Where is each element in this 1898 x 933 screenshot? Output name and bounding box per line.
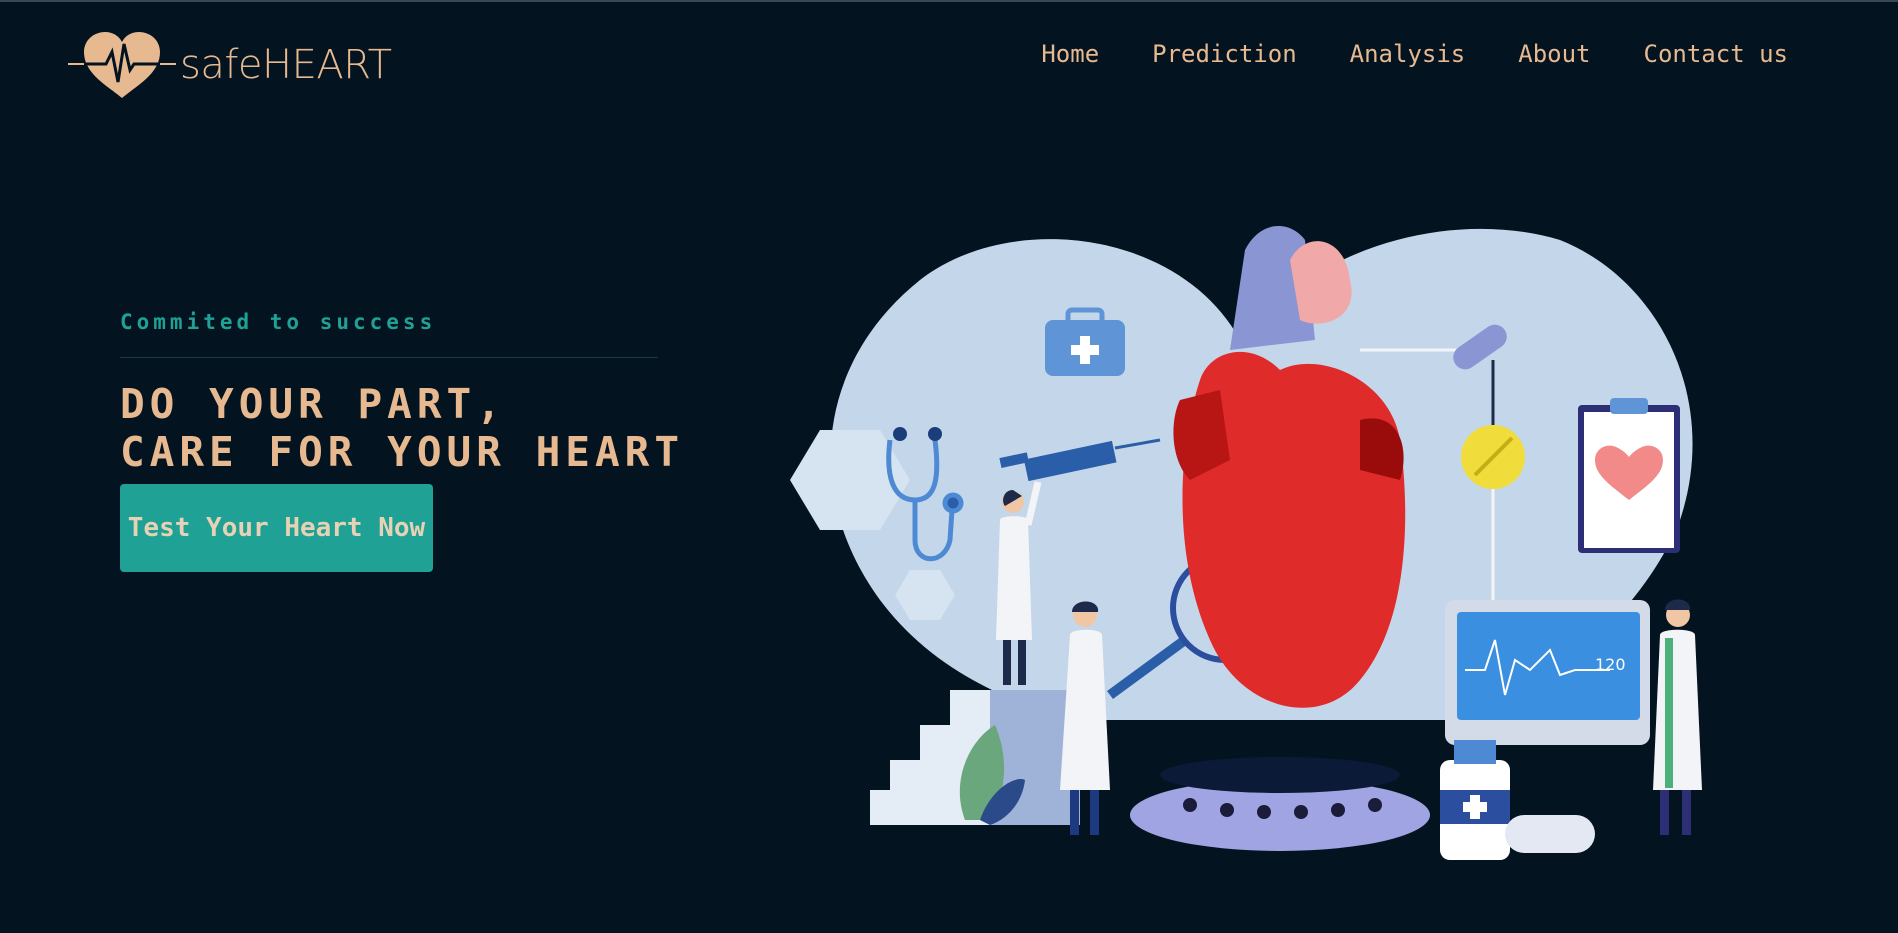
nav-analysis[interactable]: Analysis xyxy=(1350,40,1466,68)
nav-about[interactable]: About xyxy=(1518,40,1590,68)
test-heart-button[interactable]: Test Your Heart Now xyxy=(120,484,433,572)
medicine-bottle-icon xyxy=(1440,740,1510,860)
heart-pedestal-shape xyxy=(1130,757,1430,851)
capsule-shape xyxy=(1505,815,1595,853)
headline-line-2: CARE FOR YOUR HEART xyxy=(120,428,684,476)
stethoscope-earpiece-icon xyxy=(893,427,907,441)
hero-headline: DO YOUR PART, CARE FOR YOUR HEART xyxy=(120,380,684,476)
headline-line-1: DO YOUR PART, xyxy=(120,380,506,428)
brand-logo[interactable]: safeHEART xyxy=(68,30,392,100)
monitor-readout: 120 xyxy=(1595,655,1626,674)
hero-divider xyxy=(120,357,658,358)
doctor-figure xyxy=(1653,599,1702,835)
clipboard-icon xyxy=(1578,398,1680,553)
stethoscope-earpiece-icon xyxy=(928,427,942,441)
window-top-border xyxy=(0,0,1898,2)
heart-pulse-icon xyxy=(68,32,176,98)
nav-home[interactable]: Home xyxy=(1041,40,1099,68)
brand-name: safeHEART xyxy=(180,42,392,88)
hero-tagline: Commited to success xyxy=(120,310,437,334)
heart-care-illustration: 120 xyxy=(790,226,1702,860)
heart-monitor-icon: 120 xyxy=(1445,600,1650,745)
main-nav: Home Prediction Analysis About Contact u… xyxy=(988,40,1788,68)
nav-prediction[interactable]: Prediction xyxy=(1152,40,1297,68)
nav-contact[interactable]: Contact us xyxy=(1644,40,1789,68)
